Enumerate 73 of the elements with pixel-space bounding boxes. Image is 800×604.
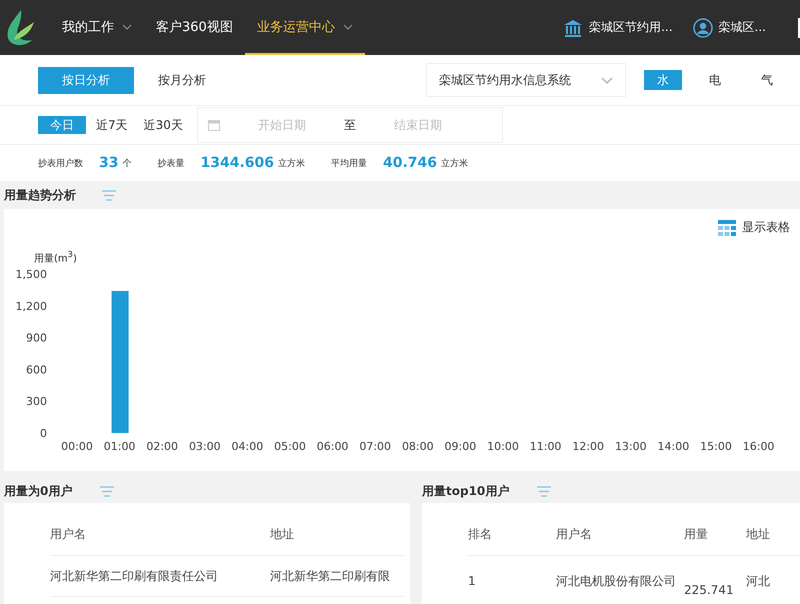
y-tick-label: 1,500 (16, 268, 47, 281)
date-separator: 至 (344, 116, 356, 134)
caret-icon[interactable] (342, 24, 353, 30)
energy-tab[interactable]: 电 (696, 70, 734, 90)
bank-icon (563, 18, 584, 36)
end-date-input[interactable]: 结束日期 (366, 117, 470, 133)
x-tick-label: 01:00 (104, 440, 136, 453)
stat-unit: 立方米 (441, 158, 468, 170)
y-tick-label: 0 (40, 427, 47, 440)
x-tick-label: 13:00 (614, 440, 647, 453)
range-tab[interactable]: 近30天 (138, 116, 189, 134)
date-range-field[interactable]: 开始日期 至 结束日期 (196, 107, 503, 143)
show-table-button[interactable]: 显示表格 (718, 219, 790, 236)
x-tick-label: 07:00 (359, 440, 392, 453)
chevron-down-icon (601, 76, 613, 84)
stat-unit: 个 (122, 158, 132, 170)
x-tick-label: 16:00 (742, 440, 774, 453)
section-title: 用量趋势分析 (4, 186, 76, 204)
stat-label: 抄表用户数 (38, 158, 83, 170)
stat-value: 40.746 (383, 155, 438, 171)
org-name[interactable]: 栾城区节约用... (589, 19, 673, 36)
calendar-icon (208, 119, 220, 131)
column-header: 排名 (468, 526, 493, 542)
x-tick-label: 12:00 (572, 440, 604, 453)
x-tick-label: 15:00 (700, 440, 732, 453)
stat-label: 平均用量 (331, 158, 367, 170)
stat-value: 1344.606 (200, 155, 274, 171)
column-header: 地址 (270, 526, 295, 542)
table-cell-text: 河北 (746, 572, 771, 590)
nav-tab[interactable]: 客户360视图 (144, 0, 245, 55)
table-icon (718, 220, 736, 236)
stat-value: 33 (99, 155, 118, 171)
x-tick-label: 10:00 (487, 440, 519, 453)
table-cell-text: 河北电机股份有限公司 (556, 573, 676, 590)
y-axis-title: 用量(m$^{3}$) (34, 249, 77, 266)
table-cell-text: 1 (468, 574, 477, 588)
system-select[interactable]: 栾城区节约用水信息系统 (426, 63, 626, 97)
nav-tab[interactable]: 我的工作 (50, 0, 144, 55)
x-tick-label: 00:00 (61, 440, 93, 453)
x-tick-label: 04:00 (232, 440, 264, 453)
column-header: 用量 (683, 526, 709, 542)
y-tick-label: 600 (26, 363, 47, 376)
range-tab[interactable]: 近7天 (90, 116, 134, 134)
y-tick-label: 300 (26, 395, 47, 408)
y-tick-label: 1,200 (16, 300, 47, 313)
x-tick-label: 09:00 (444, 440, 476, 453)
section-title: 用量top10用户 (422, 482, 510, 500)
stat-unit: 立方米 (278, 158, 305, 170)
x-tick-label: 14:00 (658, 440, 690, 453)
stat-label: 抄表量 (157, 158, 184, 170)
energy-tab[interactable]: 气 (748, 70, 786, 90)
table-cell-text: 河北新华第二印刷有限 (270, 568, 391, 584)
x-tick-label: 02:00 (146, 440, 178, 453)
x-tick-label: 06:00 (316, 440, 348, 453)
x-tick-label: 05:00 (274, 440, 306, 453)
user-name[interactable]: 栾城区... (718, 19, 766, 36)
user-avatar-icon (692, 18, 713, 38)
x-tick-label: 03:00 (188, 440, 221, 453)
x-tick-label: 11:00 (530, 440, 562, 453)
section-title: 用量为0用户 (4, 482, 72, 500)
caret-icon[interactable] (122, 24, 132, 30)
x-tick-label: 08:00 (402, 440, 434, 453)
column-header: 用户名 (50, 526, 87, 542)
table-cell-text: 河北新华第二印刷有限责任公司 (50, 568, 219, 584)
table-cell-text: 225.741 (683, 582, 735, 597)
analysis-tab[interactable]: 按月分析 (134, 66, 230, 94)
menu-icon[interactable] (102, 190, 116, 200)
y-tick-label: 900 (26, 332, 47, 345)
column-header: 地址 (746, 526, 771, 542)
column-header: 用户名 (556, 526, 593, 543)
menu-icon[interactable] (100, 486, 114, 496)
menu-icon[interactable] (537, 486, 552, 496)
start-date-input[interactable]: 开始日期 (230, 117, 334, 133)
